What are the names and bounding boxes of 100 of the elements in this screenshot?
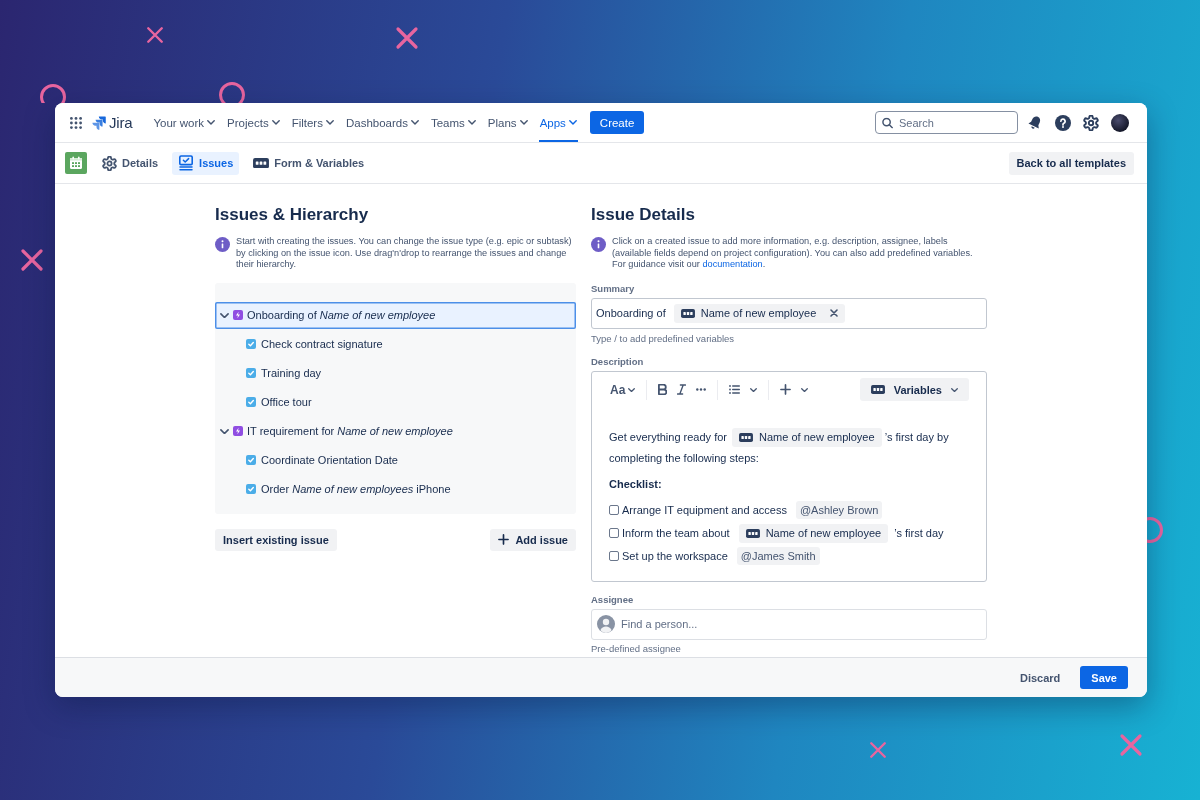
tab[interactable]: Issues	[172, 151, 240, 175]
chevron-down-icon[interactable]	[750, 387, 758, 392]
checkbox[interactable]	[609, 551, 619, 562]
mention-chip[interactable]: @James Smith	[736, 547, 820, 566]
settings-icon[interactable]	[1083, 114, 1099, 131]
checkbox[interactable]	[609, 505, 619, 516]
issue-title: Coordinate Orientation Date	[261, 454, 398, 467]
issue-row[interactable]: Order Name of new employees iPhone	[215, 475, 576, 503]
issue-row[interactable]: Check contract signature	[215, 330, 576, 358]
bold-icon[interactable]	[658, 384, 668, 396]
person-icon	[597, 615, 615, 634]
chevron-down-icon[interactable]	[220, 428, 229, 434]
chevron-down-icon	[410, 120, 419, 125]
discard-button[interactable]: Discard	[1015, 671, 1065, 684]
variable-chip[interactable]: Name of new employee	[673, 303, 846, 323]
nav-item[interactable]: Dashboards	[344, 103, 420, 142]
info-text: Click on a created issue to add more information, e.g. description, assignee, labels (available fields depend on project configuration). You can also add predefined variables. For guidance visit our documentation.	[612, 236, 974, 271]
checklist-text: ’s first day	[894, 527, 944, 540]
issue-title: Onboarding of Name of new employee	[247, 309, 436, 322]
settings-icon	[102, 155, 117, 171]
nav-item[interactable]: Projects	[226, 103, 281, 142]
variables-button[interactable]: Variables	[859, 378, 969, 402]
tab[interactable]: Form & Variables	[247, 151, 371, 175]
bell-icon[interactable]	[1027, 114, 1043, 131]
app-grid-icon[interactable]	[70, 116, 82, 129]
field-label: Summary	[591, 282, 636, 294]
field-label: Description	[591, 355, 645, 367]
panel-title: Issues & Hierarchy	[215, 205, 370, 225]
close-icon[interactable]	[830, 309, 839, 318]
text-tile-icon	[680, 308, 695, 318]
add-issue-button[interactable]: Add issue	[490, 528, 576, 551]
documentation-link[interactable]: documentation	[702, 259, 763, 270]
help-icon[interactable]	[1055, 114, 1071, 131]
chevron-down-icon[interactable]	[220, 312, 229, 318]
lightning-icon[interactable]	[233, 310, 243, 321]
nav-item[interactable]: Plans	[486, 103, 529, 142]
issue-row[interactable]: Coordinate Orientation Date	[215, 446, 576, 474]
save-button[interactable]: Save	[1080, 666, 1128, 689]
italic-icon[interactable]	[677, 384, 687, 396]
cross-icon	[395, 26, 419, 50]
issue-row[interactable]: Office tour	[215, 388, 576, 416]
nav-item[interactable]: Teams	[429, 103, 477, 142]
issue-row[interactable]: IT requirement for Name of new employee	[215, 417, 576, 445]
tab[interactable]: Details	[96, 151, 165, 175]
nav-item[interactable]: Your work	[152, 103, 217, 142]
checklist-text: Set up the workspace	[622, 550, 728, 563]
search-field[interactable]: Search	[875, 111, 1018, 134]
field-hint: Pre-defined assignee	[591, 642, 682, 654]
info-icon	[591, 237, 606, 252]
description-editor[interactable]	[591, 370, 987, 582]
panel-title: Issue Details	[591, 205, 696, 225]
plus-icon	[498, 534, 510, 546]
issue-title: Training day	[261, 367, 322, 380]
text-tile-icon	[870, 385, 885, 395]
text-tile-icon	[253, 157, 270, 169]
chevron-down-icon	[568, 120, 577, 125]
search-icon	[882, 117, 893, 128]
chevron-down-icon[interactable]	[801, 387, 809, 392]
issue-title: Check contract signature	[261, 338, 383, 351]
issue-row[interactable]: Onboarding of Name of new employee	[215, 301, 576, 329]
chevron-down-icon	[325, 120, 334, 125]
list-icon[interactable]	[729, 385, 741, 395]
assignee-field[interactable]: Find a person...	[591, 608, 987, 640]
logo-icon	[92, 115, 106, 130]
monitor-icon	[178, 155, 195, 171]
checkbox[interactable]	[609, 528, 619, 539]
ring-icon	[39, 83, 67, 103]
nav-item[interactable]: Filters	[290, 103, 335, 142]
chevron-down-icon	[519, 120, 528, 125]
issue-title: IT requirement for Name of new employee	[247, 425, 453, 438]
mention-chip[interactable]: @Ashley Brown	[795, 501, 883, 520]
text-tile-icon	[739, 433, 753, 443]
checklist-text: Arrange IT equipment and access	[622, 504, 787, 517]
ring-icon	[218, 81, 246, 103]
issue-title: Order Name of new employees iPhone	[261, 483, 451, 496]
cross-icon	[146, 26, 164, 44]
checklist-text: Inform the team about	[622, 527, 730, 540]
field-label: Assignee	[591, 593, 635, 605]
info-text: Start with creating the issues. You can change the issue type (e.g. epic or subtask) by clicking on the issue icon. Use drag'n'drop to rearrange the issues and change their hierarchy.	[236, 236, 573, 271]
chevron-down-icon	[628, 387, 636, 392]
avatar-icon[interactable]	[1111, 113, 1129, 132]
text-style-button[interactable]: Aa	[609, 382, 636, 397]
issue-row[interactable]: Training day	[215, 359, 576, 387]
back-button[interactable]: Back to all templates	[1008, 151, 1134, 175]
issue-title: Office tour	[261, 396, 312, 409]
insert-issue-button[interactable]: Insert existing issue	[215, 528, 337, 551]
create-button[interactable]: Create	[589, 111, 645, 134]
chevron-down-icon	[271, 120, 280, 125]
info-icon	[215, 237, 230, 252]
ring-icon	[1147, 516, 1164, 544]
plus-icon[interactable]	[780, 384, 792, 396]
variable-chip[interactable]: Name of new employee	[732, 428, 882, 448]
cross-icon	[1119, 733, 1143, 757]
lightning-icon[interactable]	[233, 426, 243, 437]
nav-item[interactable]: Apps	[538, 103, 578, 142]
chevron-down-icon	[207, 120, 216, 125]
cross-icon	[869, 741, 887, 759]
summary-field[interactable]: Onboarding of Name of new employee	[591, 297, 987, 329]
variable-chip[interactable]: Name of new employee	[738, 523, 889, 543]
more-icon[interactable]	[696, 388, 707, 392]
